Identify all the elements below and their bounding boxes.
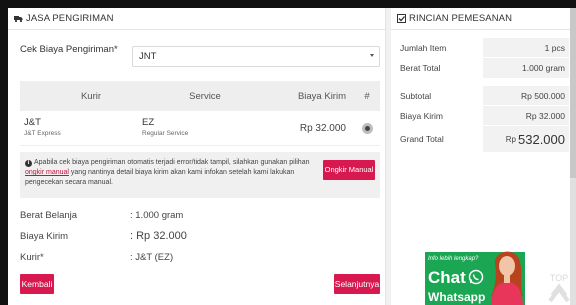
header-select: # xyxy=(364,90,370,102)
kurir-name: J&T xyxy=(24,117,41,128)
kurir-label: Kurir* xyxy=(20,252,44,263)
whatsapp-app-text: Whatsapp xyxy=(428,290,486,304)
kurir-cell: J&T J&T Express xyxy=(20,117,142,139)
header-kurir: Kurir xyxy=(80,90,102,102)
whatsapp-chat-row: Chat xyxy=(428,268,484,288)
whatsapp-teaser: Info lebih lengkap? xyxy=(428,256,479,262)
subtotal-label: Subtotal xyxy=(400,90,432,101)
biaya-kirim-label: Biaya Kirim xyxy=(20,231,69,242)
shipping-options-table: Kurir Service Biaya Kirim # J&T J&T Expr… xyxy=(20,81,380,146)
biaya-cell: Rp 32.000 xyxy=(299,122,346,134)
manual-shipping-notice: i Apabila cek biaya pengiriman otomatis t… xyxy=(20,152,380,198)
grand-total-value: Rp 532.000 xyxy=(483,126,569,152)
service-description: Regular Service xyxy=(142,130,189,137)
order-summary-header: RINCIAN PEMESANAN xyxy=(391,8,576,30)
jumlah-item-label: Jumlah Item xyxy=(400,42,447,53)
order-summary-title: RINCIAN PEMESANAN xyxy=(409,13,513,24)
truck-icon xyxy=(14,14,23,23)
checkout-frame: JASA PENGIRIMAN Cek Biaya Pengiriman* JN… xyxy=(8,8,576,305)
ongkir-manual-button[interactable]: Ongkir Manual xyxy=(323,160,375,180)
service-cell: EZ Regular Service xyxy=(142,117,268,139)
shipping-panel-header: JASA PENGIRIMAN xyxy=(8,8,385,30)
whatsapp-chat-widget[interactable]: Info lebih lengkap? Chat Whatsapp xyxy=(425,246,525,305)
kurir-value: : J&T (EZ) xyxy=(130,252,174,263)
agent-avatar xyxy=(487,246,527,305)
berat-belanja-value: : 1.000 gram xyxy=(130,210,184,221)
whatsapp-chat-text: Chat xyxy=(428,268,466,287)
berat-belanja-label: Berat Belanja xyxy=(20,210,78,221)
biaya-kirim-summary-value: Rp 32.000 xyxy=(483,106,569,125)
berat-total-value: 1.000 gram xyxy=(483,58,569,78)
top-label: TOP xyxy=(549,273,569,283)
info-icon: i xyxy=(25,160,32,167)
grand-total-amount: 532.000 xyxy=(518,131,565,147)
order-summary-table: Jumlah Item 1 pcs Berat Total 1.000 gram… xyxy=(397,38,569,152)
courier-select-value: JNT xyxy=(139,51,157,62)
courier-select[interactable]: JNT xyxy=(132,46,380,67)
header-biaya-kirim: Biaya Kirim xyxy=(297,90,346,102)
scrollbar-track[interactable] xyxy=(570,8,576,305)
select-cell xyxy=(354,122,380,134)
notice-text: i Apabila cek biaya pengiriman otomatis t… xyxy=(25,158,320,188)
table-row[interactable]: J&T J&T Express EZ Regular Service Rp 32… xyxy=(20,111,380,146)
radio-selected-dot xyxy=(364,125,370,131)
scrollbar-thumb[interactable] xyxy=(570,8,576,178)
summary-row: Subtotal Rp 500.000 xyxy=(397,86,569,106)
shipping-panel-title: JASA PENGIRIMAN xyxy=(26,13,114,24)
grand-total-label: Grand Total xyxy=(400,134,444,144)
berat-total-label: Berat Total xyxy=(400,63,441,73)
summary-row: Biaya Kirim Rp 32.000 xyxy=(397,106,569,126)
back-button[interactable]: Kembali xyxy=(20,274,54,294)
shipping-panel: JASA PENGIRIMAN Cek Biaya Pengiriman* JN… xyxy=(8,8,386,305)
notice-text-before: Apabila cek biaya pengiriman otomatis te… xyxy=(34,159,310,166)
biaya-kirim-summary-label: Biaya Kirim xyxy=(400,110,443,121)
summary-row: Grand Total Rp 532.000 xyxy=(397,126,569,152)
grand-total-currency: Rp xyxy=(505,134,516,144)
ongkir-manual-link[interactable]: ongkir manual xyxy=(25,169,69,176)
whatsapp-icon xyxy=(468,269,484,288)
chevron-down-icon xyxy=(370,54,374,57)
summary-row: Jumlah Item 1 pcs xyxy=(397,38,569,58)
biaya-kirim-value: : Rp 32.000 xyxy=(130,230,187,242)
jumlah-item-value: 1 pcs xyxy=(483,38,569,57)
cek-biaya-label: Cek Biaya Pengiriman* xyxy=(20,44,118,55)
header-service: Service xyxy=(189,90,221,102)
chevron-up-icon xyxy=(548,283,570,303)
service-code: EZ xyxy=(142,117,155,128)
table-header: Kurir Service Biaya Kirim # xyxy=(20,81,380,111)
order-summary-panel: RINCIAN PEMESANAN Jumlah Item 1 pcs Bera… xyxy=(391,8,576,305)
next-button[interactable]: Selanjutnya xyxy=(334,274,380,294)
summary-row: Berat Total 1.000 gram xyxy=(397,58,569,78)
checklist-icon xyxy=(397,14,406,23)
back-to-top-button[interactable]: TOP xyxy=(547,273,571,305)
subtotal-value: Rp 500.000 xyxy=(483,86,569,105)
kurir-fullname: J&T Express xyxy=(24,130,61,137)
shipping-radio[interactable] xyxy=(361,122,373,134)
